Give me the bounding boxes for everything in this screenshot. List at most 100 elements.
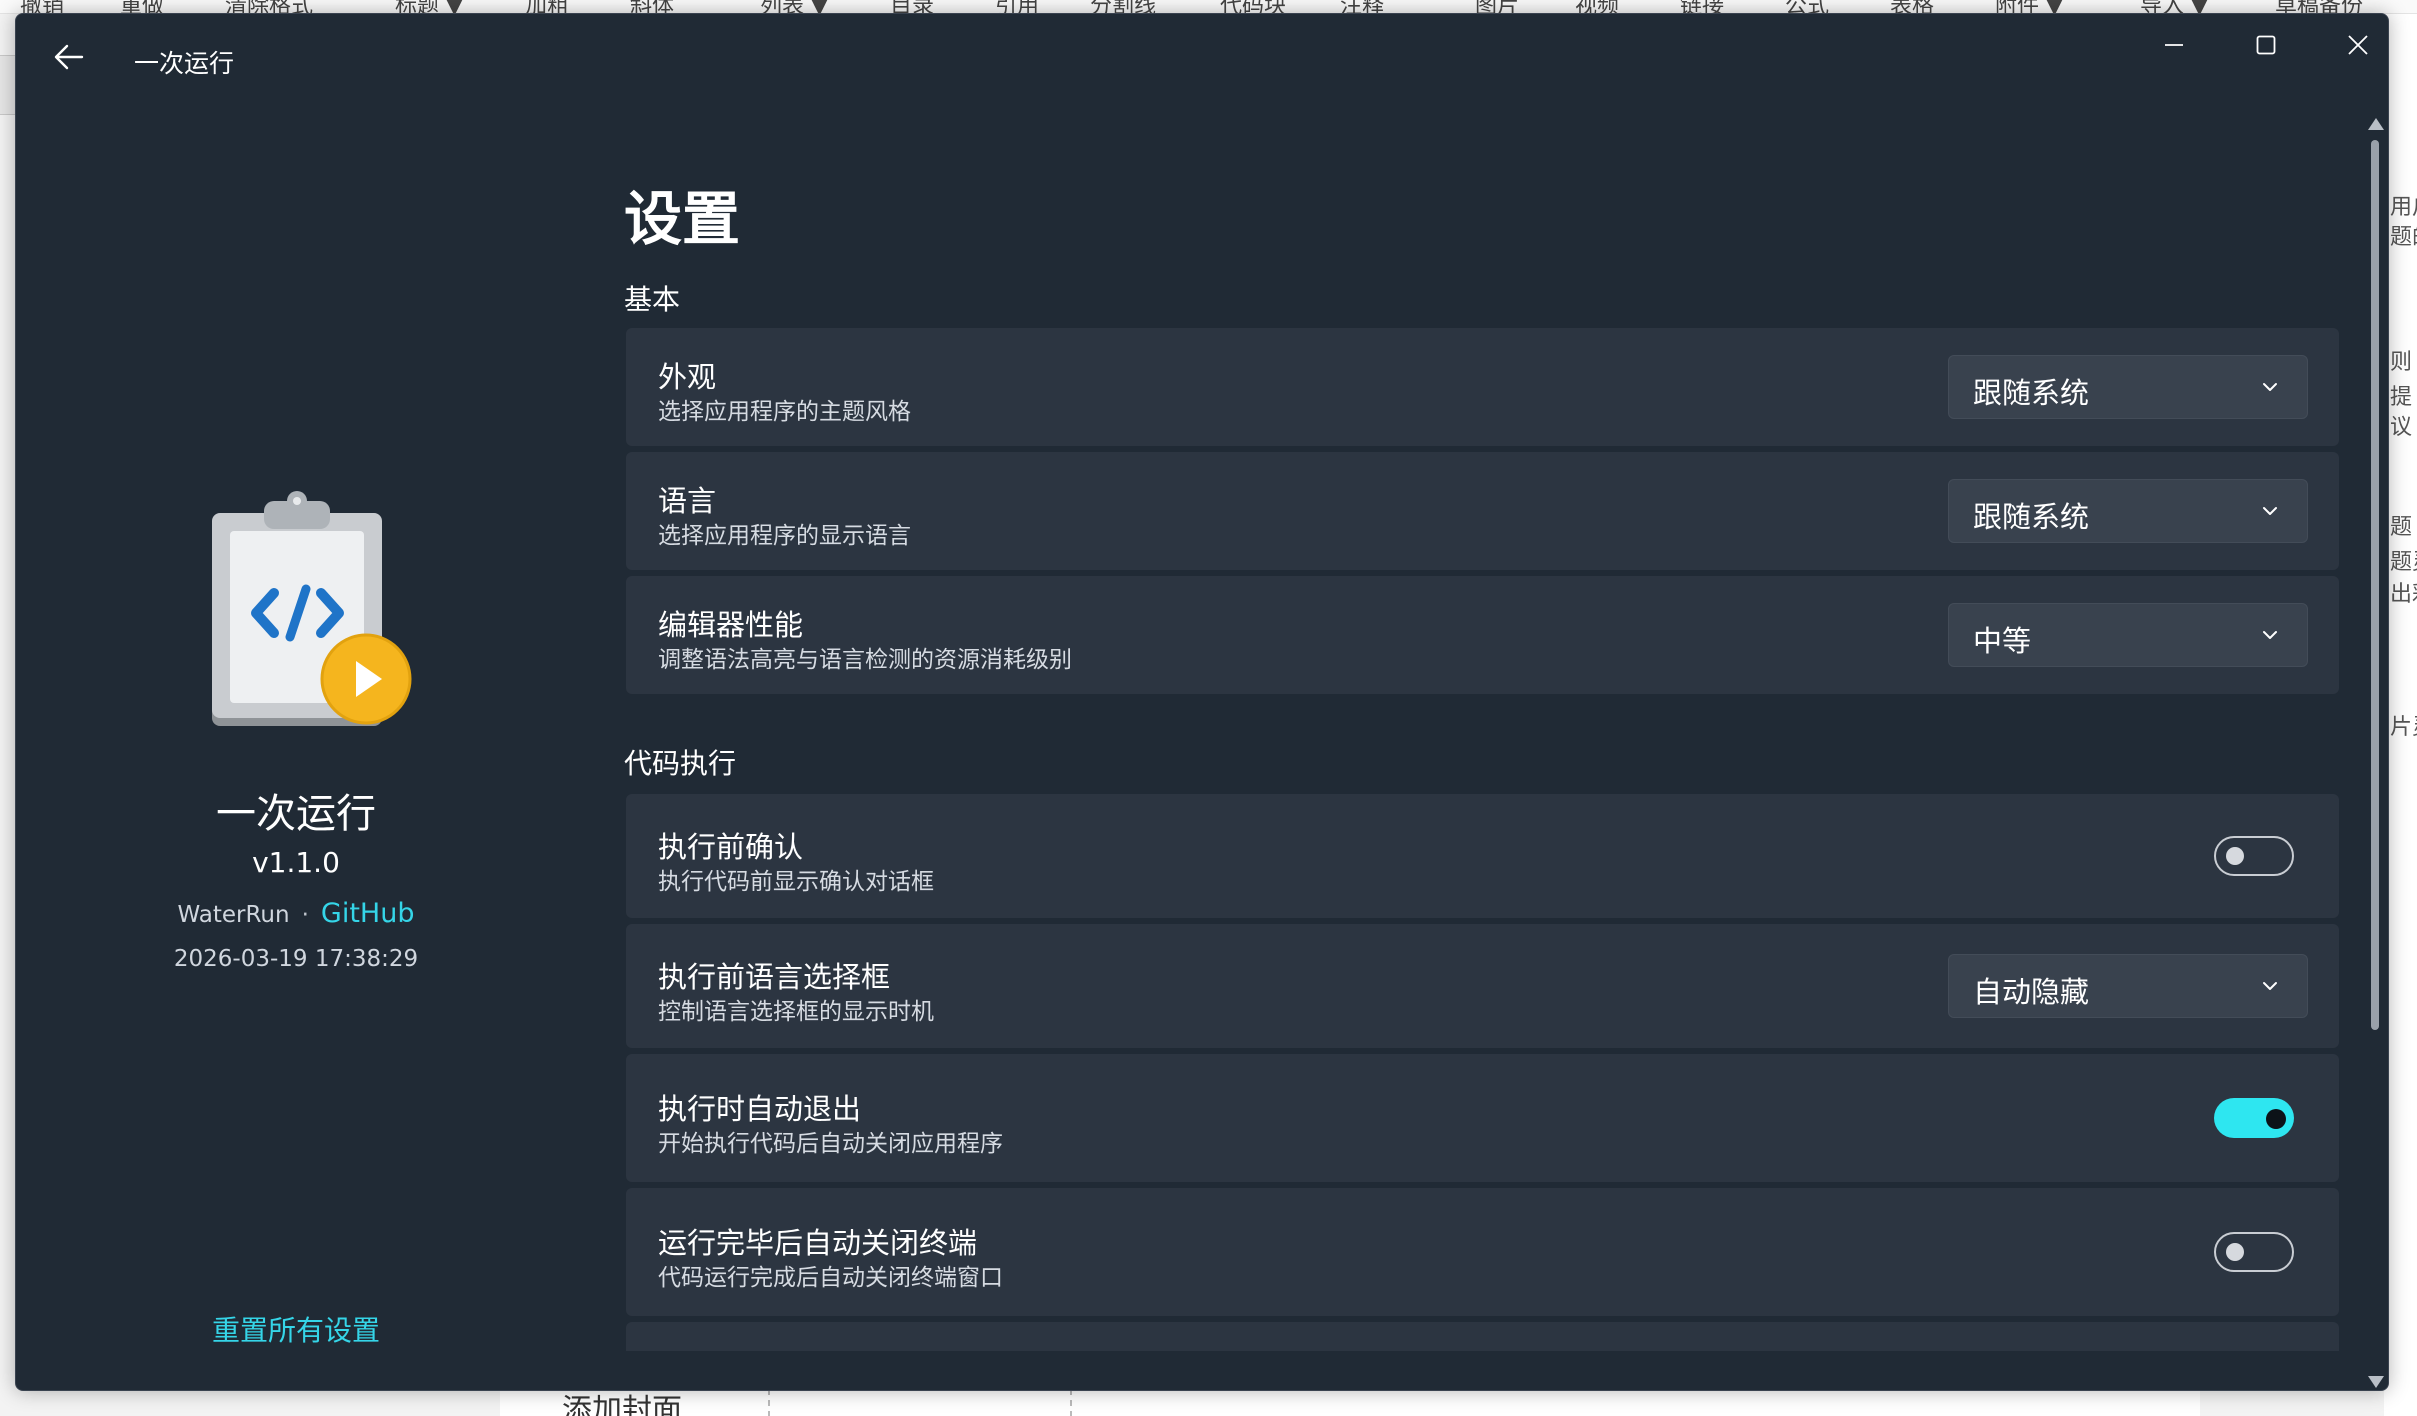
settings-window: 一次运行 一次运行 v1.1.0 WaterRun · GitHub 2026-…: [15, 13, 2389, 1391]
bg-tool-item: 链接: [1680, 0, 1725, 14]
section-exec-label: 代码执行: [624, 747, 737, 780]
language-selector-dropdown[interactable]: 自动隐藏: [1948, 954, 2308, 1018]
close-button[interactable]: [2312, 14, 2388, 76]
toggle-knob: [2266, 1109, 2286, 1129]
setting-card-auto-exit: 执行时自动退出 开始执行代码后自动关闭应用程序: [626, 1054, 2339, 1182]
arrow-left-icon: [54, 44, 84, 70]
bg-tool-item: 重做: [120, 0, 165, 14]
bg-tool-item: 表格: [1890, 0, 1935, 14]
bg-tool-item: 注释: [1340, 0, 1385, 14]
minimize-button[interactable]: [2128, 14, 2220, 76]
setting-desc: 选择应用程序的主题风格: [658, 399, 911, 425]
bg-tool-item: 导入 ▼: [2140, 0, 2208, 14]
toggle-knob: [2226, 1243, 2244, 1261]
app-name: 一次运行: [216, 791, 376, 837]
bg-tool-item: 草稿备份: [2275, 0, 2364, 14]
close-icon: [2348, 35, 2368, 55]
appearance-dropdown[interactable]: 跟随系统: [1948, 355, 2308, 419]
background-left-edge: [0, 55, 16, 115]
bg-divider: [768, 1389, 770, 1416]
dropdown-value: 跟随系统: [1973, 500, 2090, 534]
about-pane: 一次运行 v1.1.0 WaterRun · GitHub 2026-03-19 1…: [16, 106, 576, 1390]
setting-title: 执行前语言选择框: [658, 960, 891, 994]
bg-right-text: 则: [2390, 350, 2413, 375]
setting-card-language-selector: 执行前语言选择框 控制语言选择框的显示时机 自动隐藏: [626, 924, 2339, 1048]
setting-title: 运行完毕后自动关闭终端: [658, 1226, 978, 1260]
bg-right-text: 片灵: [2390, 715, 2417, 740]
chevron-down-icon: [2263, 631, 2277, 639]
bg-tool-item: 视频: [1575, 0, 1620, 14]
bg-tool-item: 引用: [995, 0, 1040, 14]
auto-exit-toggle[interactable]: [2214, 1098, 2294, 1138]
reset-all-settings-link[interactable]: 重置所有设置: [16, 1309, 576, 1349]
language-dropdown[interactable]: 跟随系统: [1948, 479, 2308, 543]
bg-tool-item: 目录: [890, 0, 935, 14]
setting-card-language: 语言 选择应用程序的显示语言 跟随系统: [626, 452, 2339, 570]
build-date: 2026-03-19 17:38:29: [173, 946, 419, 972]
dropdown-value: 中等: [1973, 624, 2032, 658]
setting-title: 外观: [658, 360, 717, 394]
bg-tool-item: 列表 ▼: [760, 0, 828, 14]
bg-divider: [1070, 1389, 1072, 1416]
chevron-down-icon: [2263, 507, 2277, 515]
scroll-thumb[interactable]: [2371, 140, 2379, 1030]
title-bar[interactable]: 一次运行: [16, 14, 2388, 106]
toggle-knob: [2226, 847, 2244, 865]
back-button[interactable]: [41, 32, 97, 82]
section-basic-label: 基本: [624, 283, 681, 316]
setting-title: 执行前确认: [658, 830, 804, 864]
content-scrollbar[interactable]: [2366, 118, 2384, 1388]
author-line: WaterRun · GitHub: [16, 898, 576, 929]
setting-desc: 执行代码前显示确认对话框: [658, 869, 934, 895]
bg-tool-item: 附件 ▼: [1995, 0, 2063, 14]
bg-tool-item: 公式: [1785, 0, 1830, 14]
setting-card-appearance: 外观 选择应用程序的主题风格 跟随系统: [626, 328, 2339, 446]
bg-tool-item: 分割线: [1090, 0, 1157, 14]
scroll-up-arrow-icon[interactable]: [2368, 118, 2384, 130]
setting-card-confirm-before-run: 执行前确认 执行代码前显示确认对话框: [626, 794, 2339, 918]
editor-performance-dropdown[interactable]: 中等: [1948, 603, 2308, 667]
bg-tool-item: 图片: [1475, 0, 1520, 14]
setting-title: 编辑器性能: [658, 608, 804, 642]
bg-right-text: 题的: [2390, 225, 2417, 250]
bg-tool-item: 加粗: [525, 0, 570, 14]
background-bottom-strip: 添加封面: [500, 1388, 2200, 1416]
bg-tool-item: 清除格式: [225, 0, 314, 14]
dropdown-value: 跟随系统: [1973, 376, 2090, 410]
bg-tool-item: 标题 ▼: [395, 0, 463, 14]
setting-desc: 代码运行完成后自动关闭终端窗口: [658, 1265, 1003, 1291]
app-version: v1.1.0: [252, 846, 340, 879]
auto-close-terminal-toggle[interactable]: [2214, 1232, 2294, 1272]
bg-tool-item: 撤销: [20, 0, 65, 14]
chevron-down-icon: [2263, 982, 2277, 990]
bg-right-text: 出彩: [2390, 582, 2417, 607]
bg-right-text: 提: [2390, 385, 2413, 410]
maximize-button[interactable]: [2220, 14, 2312, 76]
clipboard-code-play-icon: [212, 491, 412, 726]
dropdown-value: 自动隐藏: [1973, 975, 2090, 1009]
setting-desc: 调整语法高亮与语言检测的资源消耗级别: [658, 647, 1072, 673]
background-toolbar: 撤销 重做 清除格式 标题 ▼ 加粗 斜体 列表 ▼ 目录 引用 分割线 代码块…: [0, 0, 2417, 14]
minimize-icon: [2165, 44, 2183, 46]
setting-desc: 选择应用程序的显示语言: [658, 523, 911, 549]
setting-title: 语言: [658, 484, 717, 518]
bg-right-text: 题: [2390, 515, 2413, 540]
github-link[interactable]: GitHub: [321, 898, 415, 929]
maximize-icon: [2256, 35, 2276, 55]
setting-card-editor-performance: 编辑器性能 调整语法高亮与语言检测的资源消耗级别 中等: [626, 576, 2339, 694]
window-title: 一次运行: [134, 49, 235, 78]
bg-tool-item: 斜体: [630, 0, 675, 14]
bg-tool-item: 代码块: [1220, 0, 1287, 14]
setting-title: 执行时自动退出: [658, 1092, 862, 1126]
scroll-down-arrow-icon[interactable]: [2368, 1376, 2384, 1388]
author-name: WaterRun: [177, 902, 290, 928]
bg-right-text: 议: [2390, 415, 2413, 440]
settings-content: 设置 基本 外观 选择应用程序的主题风格 跟随系统 语言 选择应用程序的显示语言…: [616, 106, 2356, 1351]
setting-card-auto-close-terminal: 运行完毕后自动关闭终端 代码运行完成后自动关闭终端窗口: [626, 1188, 2339, 1316]
setting-desc: 开始执行代码后自动关闭应用程序: [658, 1131, 1003, 1157]
chevron-down-icon: [2263, 383, 2277, 391]
setting-desc: 控制语言选择框的显示时机: [658, 999, 934, 1025]
page-title: 设置: [624, 185, 741, 253]
confirm-before-run-toggle[interactable]: [2214, 836, 2294, 876]
setting-card-partial: [626, 1322, 2339, 1351]
